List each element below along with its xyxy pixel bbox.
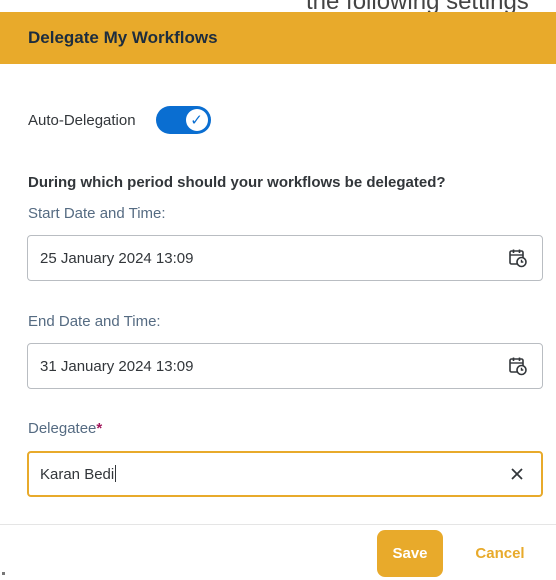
- end-date-value[interactable]: 31 January 2024 13:09: [40, 358, 506, 375]
- end-date-label: End Date and Time:: [28, 313, 161, 330]
- end-date-field[interactable]: 31 January 2024 13:09: [27, 343, 543, 389]
- dialog-title: Delegate My Workflows: [28, 28, 218, 47]
- check-icon: ✓: [185, 109, 208, 131]
- auto-delegation-toggle[interactable]: ✓: [155, 106, 211, 134]
- start-date-field[interactable]: 25 January 2024 13:09: [27, 235, 543, 281]
- corner-mark: [2, 572, 5, 575]
- dialog-header: Delegate My Workflows: [0, 12, 556, 64]
- delegatee-input[interactable]: Karan Bedi: [27, 451, 543, 497]
- start-date-label: Start Date and Time:: [28, 205, 166, 222]
- top-clipped-text: the following settings: [0, 0, 556, 12]
- save-button[interactable]: Save: [377, 530, 443, 577]
- close-icon[interactable]: [505, 462, 529, 486]
- delegatee-value-text: Karan Bedi: [40, 466, 115, 483]
- calendar-clock-icon[interactable]: [506, 354, 530, 378]
- footer-divider: [0, 524, 556, 525]
- delegatee-label: Delegatee*: [28, 420, 102, 437]
- delegatee-value[interactable]: Karan Bedi: [40, 465, 505, 483]
- text-caret: [115, 465, 117, 482]
- calendar-clock-icon[interactable]: [506, 246, 530, 270]
- auto-delegation-label: Auto-Delegation: [28, 111, 136, 129]
- period-question: During which period should your workflow…: [28, 174, 446, 191]
- delegatee-label-text: Delegatee: [28, 420, 97, 437]
- start-date-value[interactable]: 25 January 2024 13:09: [40, 250, 506, 267]
- cancel-button[interactable]: Cancel: [460, 530, 540, 577]
- required-asterisk: *: [96, 420, 103, 437]
- auto-delegation-row: Auto-Delegation ✓: [28, 103, 211, 137]
